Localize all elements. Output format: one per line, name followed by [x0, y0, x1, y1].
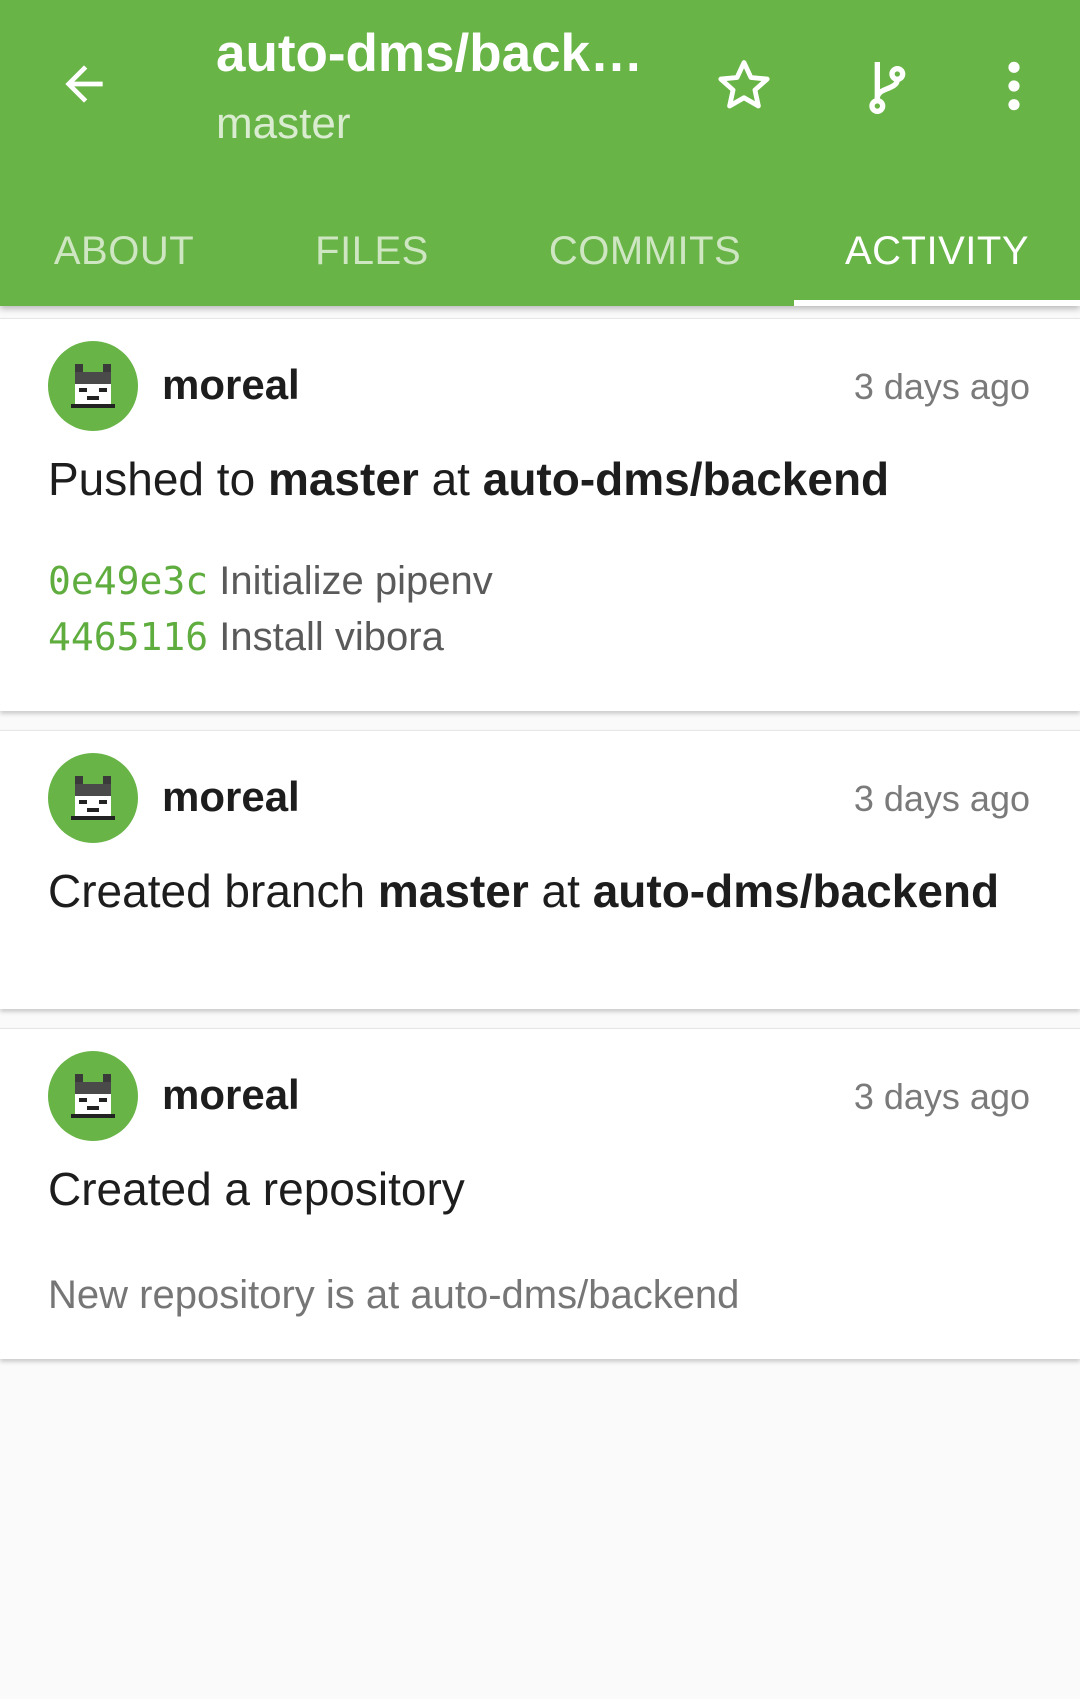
tab-label: COMMITS [548, 228, 742, 273]
event-repo: auto-dms/backend [592, 865, 1000, 917]
username[interactable]: moreal [162, 771, 300, 823]
star-outline-icon [718, 60, 770, 109]
avatar[interactable] [48, 1051, 138, 1141]
tab-about[interactable]: ABOUT [0, 196, 248, 306]
user-avatar-icon [71, 776, 115, 820]
event-prefix: Pushed to [48, 453, 268, 505]
username[interactable]: moreal [162, 359, 300, 411]
repo-title: auto-dms/backend [216, 24, 646, 83]
star-button[interactable] [702, 44, 786, 128]
tab-label: FILES [315, 228, 429, 273]
git-branch-icon [869, 62, 906, 114]
tab-commits[interactable]: COMMITS [496, 196, 794, 306]
event-text: Created branch master at auto-dms/backen… [48, 861, 999, 921]
tab-bar: ABOUT FILES COMMITS ACTIVITY [0, 196, 1080, 306]
event-repo: auto-dms/backend [482, 453, 890, 505]
avatar[interactable] [48, 753, 138, 843]
more-vert-icon [1008, 61, 1020, 111]
timestamp: 3 days ago [853, 1076, 1030, 1117]
commit-message: Initialize pipenv [219, 559, 493, 603]
tab-files[interactable]: FILES [248, 196, 496, 306]
app-bar: auto-dms/backend master ABOUT FILES COMM… [0, 0, 1080, 306]
event-middle: at [528, 865, 593, 917]
timestamp: 3 days ago [853, 778, 1030, 819]
event-prefix: Created branch [48, 865, 378, 917]
branch-button[interactable] [846, 44, 930, 128]
event-middle: at [418, 453, 483, 505]
tab-label: ABOUT [53, 228, 195, 273]
commit-message: Install vibora [219, 615, 444, 659]
branch-subtitle: master [216, 99, 351, 148]
commit-sha[interactable]: 4465116 [48, 615, 208, 659]
user-avatar-icon [71, 1074, 115, 1118]
activity-card[interactable]: moreal 3 days ago Pushed to master at au… [0, 318, 1080, 711]
tab-activity[interactable]: ACTIVITY [794, 196, 1080, 306]
commit-list: 0e49e3c Initialize pipenv 4465116 Instal… [48, 553, 493, 665]
timestamp: 3 days ago [853, 366, 1030, 407]
event-ref: master [267, 453, 419, 505]
avatar[interactable] [48, 341, 138, 431]
user-avatar-icon [71, 364, 115, 408]
commit-sha[interactable]: 0e49e3c [48, 559, 208, 603]
event-description: New repository is at auto-dms/backend [48, 1273, 740, 1317]
commit-row[interactable]: 4465116 Install vibora [48, 609, 493, 665]
event-text: Pushed to master at auto-dms/backend [48, 449, 889, 509]
event-ref: master [377, 865, 529, 917]
activity-card[interactable]: moreal 3 days ago Created branch master … [0, 730, 1080, 1009]
commit-row[interactable]: 0e49e3c Initialize pipenv [48, 553, 493, 609]
username[interactable]: moreal [162, 1069, 300, 1121]
activity-card[interactable]: moreal 3 days ago Created a repository N… [0, 1028, 1080, 1359]
arrow-back-icon [65, 65, 103, 103]
back-button[interactable] [52, 52, 116, 116]
event-text: Created a repository [48, 1163, 465, 1215]
more-options-button[interactable] [972, 44, 1056, 128]
tab-indicator [794, 300, 1080, 306]
tab-label: ACTIVITY [844, 228, 1030, 273]
